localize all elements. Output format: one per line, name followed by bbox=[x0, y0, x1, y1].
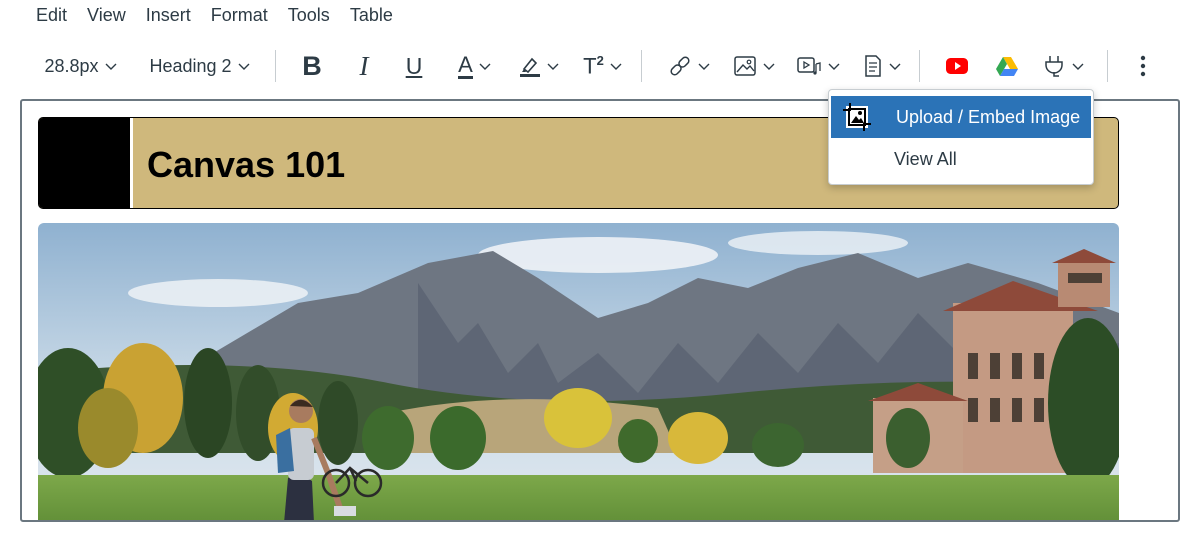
highlight-color-button[interactable] bbox=[514, 44, 564, 88]
menu-item-upload-embed-image[interactable]: Upload / Embed Image bbox=[831, 96, 1091, 138]
block-format-select[interactable]: Heading 2 bbox=[144, 44, 256, 88]
underline-button[interactable]: U bbox=[398, 44, 430, 88]
plug-icon bbox=[1044, 56, 1063, 77]
page-title[interactable]: Canvas 101 bbox=[147, 144, 345, 186]
italic-button[interactable]: I bbox=[348, 44, 380, 88]
document-icon bbox=[864, 55, 881, 77]
more-options-button[interactable] bbox=[1128, 44, 1158, 88]
campus-photo[interactable] bbox=[38, 223, 1119, 520]
toolbar-separator bbox=[1107, 50, 1108, 82]
menu-format[interactable]: Format bbox=[201, 0, 278, 30]
menu-item-view-all[interactable]: View All bbox=[829, 138, 1093, 180]
menu-table[interactable]: Table bbox=[340, 0, 403, 30]
chevron-down-icon bbox=[610, 63, 622, 70]
bold-icon: B bbox=[302, 50, 322, 81]
font-size-value: 28.8px bbox=[44, 55, 99, 76]
toolbar-separator bbox=[919, 50, 920, 82]
image-insert-menu: Upload / Embed Image View All bbox=[828, 89, 1094, 185]
menu-tools[interactable]: Tools bbox=[278, 0, 340, 30]
chevron-down-icon bbox=[698, 63, 709, 70]
bold-button[interactable]: B bbox=[296, 44, 328, 88]
menubar: Edit View Insert Format Tools Table bbox=[26, 0, 403, 30]
image-button[interactable] bbox=[729, 44, 779, 88]
link-icon bbox=[669, 56, 690, 76]
superscript-button[interactable]: T2 bbox=[578, 44, 628, 88]
image-icon bbox=[733, 56, 756, 76]
editor-toolbar: 28.8px Heading 2 B I U A T2 bbox=[0, 44, 1200, 88]
link-button[interactable] bbox=[664, 44, 714, 88]
google-drive-icon bbox=[996, 57, 1018, 76]
chevron-down-icon bbox=[763, 63, 774, 70]
more-options-icon bbox=[1140, 55, 1146, 77]
menu-edit[interactable]: Edit bbox=[26, 0, 77, 30]
text-color-button[interactable]: A bbox=[450, 44, 500, 88]
chevron-down-icon bbox=[828, 63, 839, 70]
chevron-down-icon bbox=[479, 63, 491, 70]
superscript-icon: T2 bbox=[583, 53, 604, 79]
banner-black-block bbox=[39, 118, 130, 208]
chevron-down-icon bbox=[1072, 63, 1083, 70]
chevron-down-icon bbox=[547, 63, 558, 70]
underline-icon: U bbox=[405, 52, 423, 79]
banner-divider bbox=[130, 118, 133, 208]
menu-view[interactable]: View bbox=[77, 0, 136, 30]
menu-insert[interactable]: Insert bbox=[136, 0, 201, 30]
upload-image-icon bbox=[843, 103, 871, 131]
menu-item-label: Upload / Embed Image bbox=[896, 106, 1081, 127]
media-icon bbox=[796, 57, 821, 75]
mountain-campus-image bbox=[38, 223, 1119, 520]
youtube-button[interactable] bbox=[940, 44, 974, 88]
superscript-t: T bbox=[583, 53, 597, 79]
toolbar-separator bbox=[641, 50, 642, 82]
superscript-2: 2 bbox=[596, 52, 604, 68]
chevron-down-icon bbox=[105, 63, 117, 70]
italic-icon: I bbox=[359, 50, 369, 81]
toolbar-separator bbox=[275, 50, 276, 82]
youtube-icon bbox=[946, 58, 968, 74]
document-button[interactable] bbox=[857, 44, 907, 88]
menu-item-label: View All bbox=[894, 148, 957, 169]
chevron-down-icon bbox=[889, 63, 900, 70]
block-format-value: Heading 2 bbox=[149, 55, 232, 76]
apps-button[interactable] bbox=[1036, 44, 1090, 88]
font-size-select[interactable]: 28.8px bbox=[38, 44, 124, 88]
highlighter-icon bbox=[519, 57, 540, 77]
text-color-icon: A bbox=[458, 51, 473, 79]
chevron-down-icon bbox=[238, 63, 250, 70]
media-button[interactable] bbox=[793, 44, 843, 88]
google-drive-button[interactable] bbox=[990, 44, 1024, 88]
